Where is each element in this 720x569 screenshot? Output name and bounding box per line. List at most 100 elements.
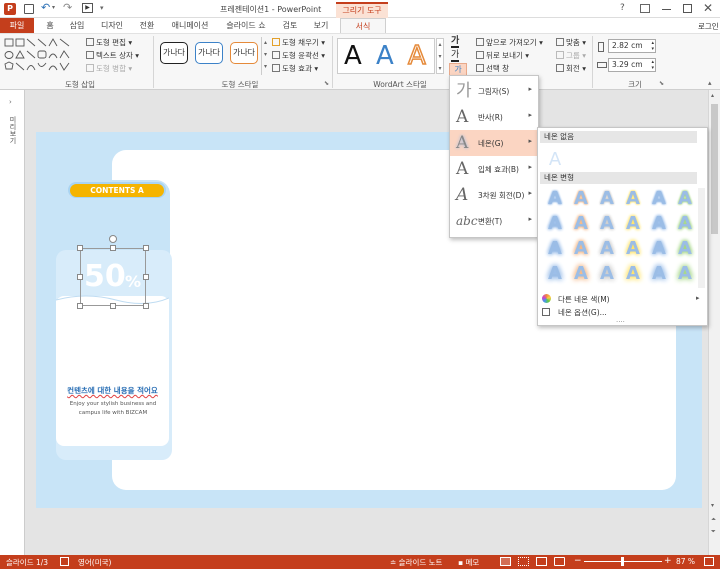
submenu-scrollbar[interactable] — [698, 188, 705, 288]
glow-variant-option[interactable]: A — [568, 238, 594, 260]
slide-sorter-icon[interactable] — [518, 557, 529, 566]
zoom-out-icon[interactable]: − — [574, 556, 582, 566]
tab-slideshow[interactable]: 슬라이드 쇼 — [219, 18, 273, 33]
vertical-scrollbar[interactable]: ▴ ▾ ⏶ ⏷ — [708, 90, 720, 555]
undo-dropdown-icon[interactable]: ▾ — [52, 4, 55, 11]
shape-style-preset-1[interactable]: 가나다 — [160, 42, 188, 64]
menu-item-3d-rotation[interactable]: A 3차원 회전(D) ▸ — [450, 182, 538, 208]
resize-handle-se[interactable] — [143, 303, 149, 309]
resize-handle-w[interactable] — [77, 274, 83, 280]
wordart-style-black[interactable]: A — [344, 41, 362, 71]
close-icon[interactable]: ✕ — [703, 1, 713, 15]
help-icon[interactable]: ? — [620, 3, 625, 13]
glow-variant-option[interactable]: A — [672, 213, 698, 235]
percent-sign[interactable]: % — [125, 272, 141, 292]
menu-item-glow[interactable]: A 네온(G) ▸ — [450, 130, 538, 156]
glow-variant-option[interactable]: A — [620, 213, 646, 235]
menu-item-reflection[interactable]: A 반사(R) ▸ — [450, 104, 538, 130]
selection-pane-button[interactable]: 선택 창 — [476, 64, 509, 74]
resize-handle-e[interactable] — [143, 274, 149, 280]
dialog-launcher-icon[interactable]: ⬊ — [324, 80, 329, 87]
tab-transitions[interactable]: 전환 — [132, 18, 162, 33]
maximize-icon[interactable] — [683, 4, 692, 13]
more-glow-colors-item[interactable]: 다른 네온 색(M) — [558, 294, 610, 305]
text-box-button[interactable]: 텍스트 상자 ▾ — [86, 51, 139, 61]
zoom-level[interactable]: 87 % — [676, 557, 695, 566]
glow-variant-option[interactable]: A — [646, 213, 672, 235]
glow-variant-option[interactable]: A — [568, 213, 594, 235]
glow-variant-option[interactable]: A — [646, 238, 672, 260]
thumbnail-pane-collapsed[interactable]: › 미리보기 — [0, 90, 25, 555]
notes-button[interactable]: ≐ 슬라이드 노트 — [390, 557, 442, 568]
shape-styles-scroll[interactable]: ▴ ▾ ▾ — [261, 37, 269, 75]
tab-home[interactable]: 홈 — [38, 18, 62, 33]
glow-variant-option[interactable]: A — [594, 238, 620, 260]
glow-variant-option[interactable]: A — [620, 188, 646, 210]
group-button[interactable]: 그룹 ▾ — [556, 51, 586, 61]
save-icon[interactable] — [24, 4, 34, 14]
glow-options-item[interactable]: 네온 옵션(G)... — [558, 307, 607, 318]
send-backward-button[interactable]: 뒤로 보내기 ▾ — [476, 51, 529, 61]
zoom-in-icon[interactable]: + — [664, 556, 672, 566]
reading-view-icon[interactable] — [536, 557, 547, 566]
big-number[interactable]: 50 — [84, 260, 126, 294]
text-fill-icon[interactable]: 가 — [451, 37, 460, 48]
tab-format[interactable]: 서식 — [340, 18, 386, 33]
menu-item-shadow[interactable]: 가 그림자(S) ▸ — [450, 78, 538, 104]
wordart-gallery-scroll[interactable]: ▴ ▾ ▾ — [436, 38, 444, 74]
height-input[interactable]: 2.82 cm ▴ ▾ — [608, 39, 656, 53]
spell-check-icon[interactable] — [60, 557, 69, 566]
tab-view[interactable]: 보기 — [307, 18, 335, 33]
customize-qat-icon[interactable]: ▾ — [100, 4, 104, 12]
slide-counter[interactable]: 슬라이드 1/3 — [6, 557, 48, 568]
text-outline-icon[interactable]: 가 — [451, 51, 460, 62]
shape-style-preset-2[interactable]: 가나다 — [195, 42, 223, 64]
menu-item-bevel[interactable]: A 입체 효과(B) ▸ — [450, 156, 538, 182]
wordart-gallery[interactable]: A A A — [337, 38, 435, 74]
wordart-style-blue[interactable]: A — [376, 41, 394, 71]
glow-variant-option[interactable]: A — [672, 263, 698, 285]
glow-variant-option[interactable]: A — [594, 188, 620, 210]
minimize-icon[interactable] — [662, 9, 671, 10]
scroll-thumb[interactable] — [711, 104, 718, 234]
glow-variant-option[interactable]: A — [542, 188, 568, 210]
menu-item-transform[interactable]: abc 변환(T) ▸ — [450, 208, 538, 234]
glow-variant-option[interactable]: A — [672, 188, 698, 210]
shape-outline-button[interactable]: 도형 윤곽선 ▾ — [272, 51, 325, 61]
zoom-slider-thumb[interactable] — [621, 557, 624, 566]
resize-handle-nw[interactable] — [77, 245, 83, 251]
percent-textbox[interactable]: 50 % — [80, 248, 146, 306]
content-heading[interactable]: 컨텐츠에 대한 내용을 적어요 — [56, 385, 169, 396]
shapes-gallery[interactable] — [3, 37, 83, 75]
normal-view-icon[interactable] — [500, 557, 511, 566]
scroll-up-icon[interactable]: ▴ — [711, 92, 714, 99]
previous-slide-icon[interactable]: ⏶ — [711, 516, 716, 524]
edit-shape-button[interactable]: 도형 편집 ▾ — [86, 38, 132, 48]
expand-pane-icon[interactable]: › — [9, 98, 12, 106]
height-spinner-icon[interactable]: ▴ ▾ — [651, 40, 654, 52]
glow-variant-option[interactable]: A — [542, 213, 568, 235]
slideshow-view-icon[interactable] — [554, 557, 565, 566]
glow-options-checkbox-icon[interactable] — [542, 308, 550, 316]
ribbon-display-icon[interactable] — [640, 4, 650, 13]
merge-shapes-button[interactable]: 도형 병합 ▾ — [86, 64, 132, 74]
resize-handle-s[interactable] — [110, 303, 116, 309]
size-dialog-launcher-icon[interactable]: ⬊ — [659, 80, 664, 87]
shape-style-preset-3[interactable]: 가나다 — [230, 42, 258, 64]
glow-variant-option[interactable]: A — [542, 263, 568, 285]
resize-handle-n[interactable] — [110, 245, 116, 251]
bring-forward-button[interactable]: 앞으로 가져오기 ▾ — [476, 38, 543, 48]
glow-variant-option[interactable]: A — [568, 263, 594, 285]
tab-review[interactable]: 검토 — [276, 18, 304, 33]
glow-variant-option[interactable]: A — [646, 263, 672, 285]
width-spinner-icon[interactable]: ▴ ▾ — [651, 59, 654, 71]
language-indicator[interactable]: 영어(미국) — [78, 557, 111, 568]
glow-variant-option[interactable]: A — [672, 238, 698, 260]
rotate-button[interactable]: 회전 ▾ — [556, 64, 586, 74]
tab-file[interactable]: 파일 — [0, 18, 34, 33]
tab-insert[interactable]: 삽입 — [62, 18, 92, 33]
width-input[interactable]: 3.29 cm ▴ ▾ — [608, 58, 656, 72]
glow-variant-option[interactable]: A — [594, 213, 620, 235]
collapse-ribbon-icon[interactable]: ▴ — [708, 79, 712, 87]
tab-design[interactable]: 디자인 — [94, 18, 130, 33]
